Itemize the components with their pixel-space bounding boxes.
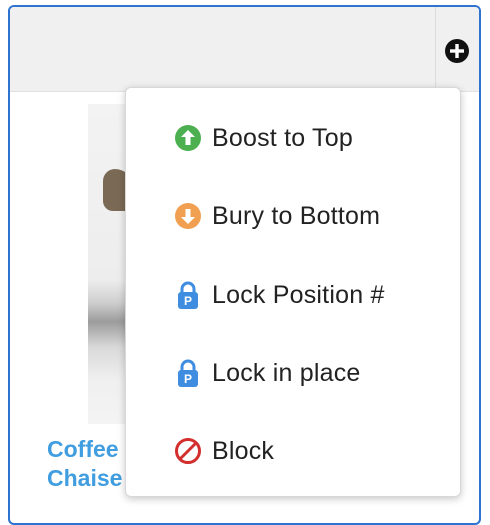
add-button[interactable] bbox=[444, 38, 470, 64]
menu-item-bury-to-bottom[interactable]: Bury to Bottom bbox=[126, 190, 460, 242]
menu-item-lock-position[interactable]: P Lock Position # bbox=[126, 269, 460, 321]
lock-p-icon: P bbox=[174, 281, 202, 309]
arrow-down-circle-icon bbox=[174, 202, 202, 230]
menu-item-label: Block bbox=[212, 436, 275, 465]
arrow-up-circle-icon bbox=[174, 124, 202, 152]
header-divider bbox=[435, 7, 436, 91]
plus-circle-icon bbox=[445, 39, 469, 63]
menu-item-label: Boost to Top bbox=[212, 123, 353, 152]
lock-p-icon: P bbox=[174, 359, 202, 387]
position-context-menu: Boost to Top Bury to Bottom P Lock Posit… bbox=[125, 87, 461, 497]
menu-item-label: Lock Position # bbox=[212, 280, 385, 309]
menu-item-block[interactable]: Block bbox=[126, 425, 460, 477]
menu-item-label: Lock in place bbox=[212, 358, 361, 387]
card-header-bar bbox=[10, 7, 479, 92]
menu-item-boost-to-top[interactable]: Boost to Top bbox=[126, 112, 460, 164]
menu-item-label: Bury to Bottom bbox=[212, 201, 381, 230]
svg-text:P: P bbox=[184, 294, 192, 308]
svg-text:P: P bbox=[184, 372, 192, 386]
block-icon bbox=[174, 437, 202, 465]
menu-item-lock-in-place[interactable]: P Lock in place bbox=[126, 347, 460, 399]
